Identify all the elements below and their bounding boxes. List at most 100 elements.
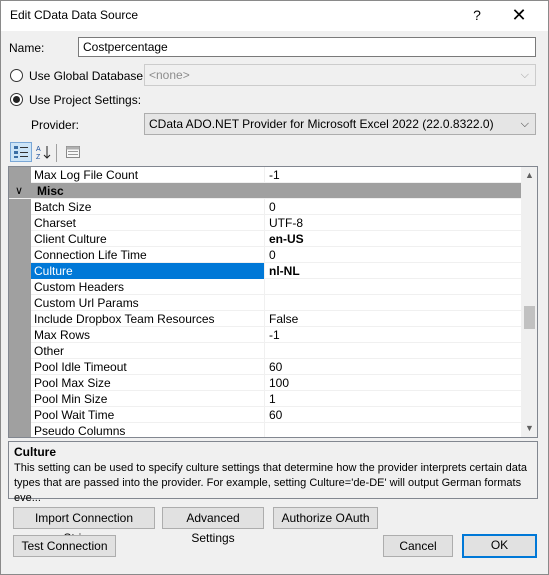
provider-label: Provider: xyxy=(31,118,80,132)
cancel-button[interactable]: Cancel xyxy=(383,535,453,557)
grid-row[interactable]: Other xyxy=(9,343,521,359)
global-database-select[interactable]: <none> ⌵ xyxy=(144,64,536,86)
advanced-settings-button[interactable]: Advanced Settings xyxy=(162,507,264,545)
grid-row[interactable]: Batch Size 0 xyxy=(9,199,521,215)
property-name: Other xyxy=(31,343,265,359)
property-value[interactable] xyxy=(266,279,521,295)
provider-select[interactable]: CData ADO.NET Provider for Microsoft Exc… xyxy=(144,113,536,135)
row-gutter xyxy=(9,167,31,183)
svg-text:A: A xyxy=(36,146,41,153)
grid-row[interactable]: Pool Idle Timeout 60 xyxy=(9,359,521,375)
global-database-radio[interactable] xyxy=(10,69,23,82)
grid-row[interactable]: Client Culture en-US xyxy=(9,231,521,247)
sort-az-icon[interactable]: A Z xyxy=(33,142,55,162)
grid-row[interactable]: Pool Wait Time 60 xyxy=(9,407,521,423)
row-gutter xyxy=(9,407,31,423)
property-name: Connection Life Time xyxy=(31,247,265,263)
property-name: Pool Min Size xyxy=(31,391,265,407)
collapse-chevron-icon[interactable]: ∨ xyxy=(15,184,23,197)
property-name: Pseudo Columns xyxy=(31,423,265,437)
ok-button[interactable]: OK xyxy=(462,534,537,558)
property-name: Batch Size xyxy=(31,199,265,215)
property-name: Charset xyxy=(31,215,265,231)
property-value[interactable] xyxy=(266,423,521,437)
property-name: Max Rows xyxy=(31,327,265,343)
name-input[interactable]: Costpercentage xyxy=(78,37,536,57)
grid-row[interactable]: Connection Life Time 0 xyxy=(9,247,521,263)
row-gutter xyxy=(9,215,31,231)
row-gutter xyxy=(9,295,31,311)
property-value[interactable] xyxy=(266,295,521,311)
row-gutter xyxy=(9,231,31,247)
name-label: Name: xyxy=(9,41,45,55)
property-value[interactable]: -1 xyxy=(266,167,521,183)
property-value[interactable]: 100 xyxy=(266,375,521,391)
row-gutter xyxy=(9,311,31,327)
global-database-value: <none> xyxy=(149,68,190,82)
row-gutter xyxy=(9,423,31,437)
category-row-misc[interactable]: ∨ Misc xyxy=(9,183,521,199)
test-connection-button[interactable]: Test Connection xyxy=(13,535,116,557)
property-name: Custom Url Params xyxy=(31,295,265,311)
property-pages-icon[interactable] xyxy=(62,142,84,162)
category-label: Misc xyxy=(37,184,64,198)
help-icon[interactable]: ? xyxy=(466,3,488,27)
grid-row[interactable]: Custom Url Params xyxy=(9,295,521,311)
grid-row[interactable]: Max Log File Count -1 xyxy=(9,167,521,183)
property-value[interactable]: -1 xyxy=(266,327,521,343)
grid-row[interactable]: Max Rows -1 xyxy=(9,327,521,343)
property-description-panel: Culture This setting can be used to spec… xyxy=(8,441,538,504)
grid-row[interactable]: Pool Max Size 100 xyxy=(9,375,521,391)
property-value[interactable]: nl-NL xyxy=(266,263,521,279)
svg-text:Z: Z xyxy=(36,154,41,160)
grid-row[interactable]: Charset UTF-8 xyxy=(9,215,521,231)
row-gutter xyxy=(9,375,31,391)
close-icon[interactable]: ✕ xyxy=(506,3,532,27)
project-settings-label: Use Project Settings: xyxy=(29,93,142,107)
property-value[interactable]: 0 xyxy=(266,247,521,263)
row-gutter xyxy=(9,327,31,343)
title-bar: Edit CData Data Source ? ✕ xyxy=(1,1,548,31)
row-gutter xyxy=(9,359,31,375)
grid-row[interactable]: Include Dropbox Team Resources False xyxy=(9,311,521,327)
import-connection-string-button[interactable]: Import Connection String... xyxy=(13,507,155,545)
property-value[interactable]: 0 xyxy=(266,199,521,215)
authorize-oauth-button[interactable]: Authorize OAuth xyxy=(273,507,378,529)
property-value[interactable]: 1 xyxy=(266,391,521,407)
property-value[interactable]: 60 xyxy=(266,407,521,423)
scroll-down-icon[interactable]: ▼ xyxy=(521,420,537,437)
scroll-up-icon[interactable]: ▲ xyxy=(521,167,537,184)
grid-row[interactable]: Custom Headers xyxy=(9,279,521,295)
row-gutter xyxy=(9,263,31,279)
chevron-down-icon: ⌵ xyxy=(520,69,529,81)
row-gutter xyxy=(9,343,31,359)
description-text: This setting can be used to specify cult… xyxy=(14,462,527,504)
property-value[interactable]: False xyxy=(266,311,521,327)
scroll-thumb[interactable] xyxy=(524,306,535,329)
grid-scrollbar[interactable]: ▲ ▼ xyxy=(521,167,537,437)
property-name: Include Dropbox Team Resources xyxy=(31,311,265,327)
property-grid[interactable]: Max Log File Count -1 ∨ Misc Batch Size … xyxy=(8,166,538,438)
chevron-down-icon: ⌵ xyxy=(520,118,529,130)
window-title: Edit CData Data Source xyxy=(10,8,139,22)
row-gutter xyxy=(9,279,31,295)
row-gutter xyxy=(9,247,31,263)
description-title: Culture xyxy=(14,445,56,459)
global-database-label: Use Global Database: xyxy=(29,69,147,83)
property-value[interactable]: en-US xyxy=(266,231,521,247)
property-name: Pool Max Size xyxy=(31,375,265,391)
dialog-window: Edit CData Data Source ? ✕ Name: Costper… xyxy=(0,0,549,575)
grid-row[interactable]: Pool Min Size 1 xyxy=(9,391,521,407)
row-gutter xyxy=(9,391,31,407)
provider-value: CData ADO.NET Provider for Microsoft Exc… xyxy=(149,117,494,131)
categorized-icon[interactable] xyxy=(10,142,32,162)
property-value[interactable]: 60 xyxy=(266,359,521,375)
row-gutter xyxy=(9,199,31,215)
property-name: Pool Idle Timeout xyxy=(31,359,265,375)
project-settings-radio[interactable] xyxy=(10,93,23,106)
property-value[interactable] xyxy=(266,343,521,359)
grid-row-selected[interactable]: Culture nl-NL xyxy=(9,263,521,279)
property-name: Culture xyxy=(31,263,265,279)
grid-row[interactable]: Pseudo Columns xyxy=(9,423,521,437)
property-value[interactable]: UTF-8 xyxy=(266,215,521,231)
